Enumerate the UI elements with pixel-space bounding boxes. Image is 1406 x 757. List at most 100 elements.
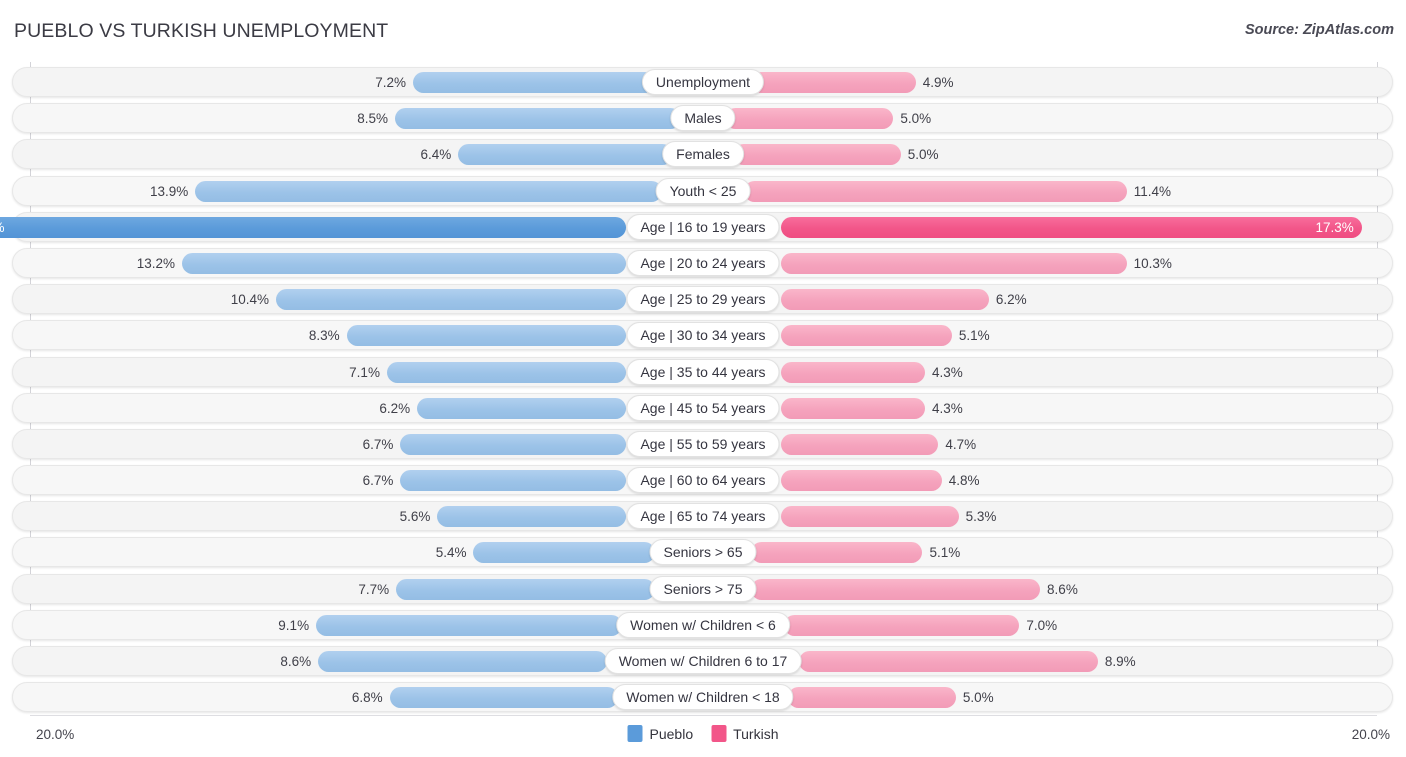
legend-swatch-icon-pueblo (628, 725, 643, 742)
bar-value-pueblo: 6.8% (323, 687, 383, 708)
bar-value-pueblo: 7.2% (346, 72, 406, 93)
bar-value-pueblo: 19.8% (0, 217, 12, 238)
legend-item-turkish[interactable]: Turkish (711, 725, 778, 742)
bar-value-turkish: 8.9% (1105, 651, 1165, 672)
bar-turkish[interactable] (781, 325, 952, 346)
bar-value-pueblo: 5.4% (406, 542, 466, 563)
category-label[interactable]: Age | 30 to 34 years (626, 322, 779, 348)
category-label[interactable]: Women w/ Children < 6 (616, 612, 790, 638)
bar-turkish[interactable] (781, 398, 925, 419)
chart-row: 13.2%10.3%Age | 20 to 24 years (0, 245, 1406, 281)
bar-value-pueblo: 6.7% (333, 470, 393, 491)
bar-pueblo[interactable] (182, 253, 626, 274)
bar-pueblo[interactable] (400, 470, 625, 491)
bar-turkish[interactable] (781, 217, 1362, 238)
bar-value-turkish: 17.3% (1306, 217, 1354, 238)
category-label[interactable]: Seniors > 75 (650, 576, 757, 602)
bar-value-turkish: 5.0% (908, 144, 968, 165)
bar-pueblo[interactable] (437, 506, 625, 527)
category-label[interactable]: Age | 65 to 74 years (626, 503, 779, 529)
bar-pueblo[interactable] (395, 108, 681, 129)
bar-pueblo[interactable] (390, 687, 618, 708)
bar-value-pueblo: 8.5% (328, 108, 388, 129)
chart-row: 13.9%11.4%Youth < 25 (0, 173, 1406, 209)
bar-value-pueblo: 9.1% (249, 615, 309, 636)
category-label[interactable]: Age | 20 to 24 years (626, 250, 779, 276)
bar-turkish[interactable] (781, 253, 1127, 274)
bar-value-turkish: 10.3% (1134, 253, 1194, 274)
category-label[interactable]: Youth < 25 (656, 178, 751, 204)
bar-turkish[interactable] (744, 181, 1127, 202)
bar-turkish[interactable] (751, 542, 922, 563)
chart-row: 8.3%5.1%Age | 30 to 34 years (0, 317, 1406, 353)
legend-label-pueblo: Pueblo (650, 726, 694, 742)
chart-row: 9.1%7.0%Women w/ Children < 6 (0, 607, 1406, 643)
bar-value-turkish: 4.8% (949, 470, 1009, 491)
bar-turkish[interactable] (784, 615, 1019, 636)
bar-value-turkish: 4.3% (932, 398, 992, 419)
category-label[interactable]: Age | 25 to 29 years (626, 286, 779, 312)
bar-turkish[interactable] (781, 289, 989, 310)
bar-pueblo[interactable] (316, 615, 622, 636)
bar-value-turkish: 4.3% (932, 362, 992, 383)
legend-item-pueblo[interactable]: Pueblo (628, 725, 694, 742)
category-label[interactable]: Age | 16 to 19 years (626, 214, 779, 240)
chart-legend: Pueblo Turkish (628, 725, 779, 742)
bar-turkish[interactable] (733, 144, 901, 165)
bar-value-turkish: 4.9% (923, 72, 983, 93)
bar-pueblo[interactable] (0, 217, 626, 238)
chart-header: PUEBLO VS TURKISH UNEMPLOYMENT Source: Z… (0, 0, 1406, 62)
chart-row: 5.4% 5.1% Seniors > 65 (0, 534, 1406, 570)
bar-pueblo[interactable] (396, 579, 655, 600)
bar-value-turkish: 11.4% (1134, 181, 1194, 202)
category-label[interactable]: Age | 35 to 44 years (626, 359, 779, 385)
chart-row: 7.7%8.6%Seniors > 75 (0, 571, 1406, 607)
chart-row: 6.7% 4.8% Age | 60 to 64 years (0, 462, 1406, 498)
footer-divider (30, 715, 1377, 716)
category-label[interactable]: Age | 60 to 64 years (626, 467, 779, 493)
category-label[interactable]: Males (670, 105, 735, 131)
bar-value-pueblo: 6.2% (350, 398, 410, 419)
bar-value-turkish: 4.7% (945, 434, 1005, 455)
category-label[interactable]: Age | 55 to 59 years (626, 431, 779, 457)
bar-value-turkish: 5.1% (929, 542, 989, 563)
bar-rows: 7.2%4.9%Unemployment8.5%5.0%Males6.4%5.0… (0, 64, 1406, 715)
bar-turkish[interactable] (788, 687, 956, 708)
chart-page: PUEBLO VS TURKISH UNEMPLOYMENT Source: Z… (0, 0, 1406, 757)
chart-row: 7.1%4.3%Age | 35 to 44 years (0, 354, 1406, 390)
bar-value-pueblo: 5.6% (370, 506, 430, 527)
bar-turkish[interactable] (725, 108, 893, 129)
chart-footer: 20.0% Pueblo Turkish 20.0% (0, 715, 1406, 757)
category-label[interactable]: Women w/ Children 6 to 17 (605, 648, 802, 674)
bar-value-pueblo: 6.7% (333, 434, 393, 455)
source-attribution: Source: ZipAtlas.com (1245, 22, 1394, 38)
bar-turkish[interactable] (781, 434, 939, 455)
bar-pueblo[interactable] (417, 398, 625, 419)
page-title: PUEBLO VS TURKISH UNEMPLOYMENT (14, 20, 388, 43)
bar-pueblo[interactable] (195, 181, 662, 202)
bar-turkish[interactable] (751, 72, 916, 93)
bar-turkish[interactable] (799, 651, 1098, 672)
bar-turkish[interactable] (781, 362, 925, 383)
chart-row: 5.6% 5.3% Age | 65 to 74 years (0, 498, 1406, 534)
category-label[interactable]: Age | 45 to 54 years (626, 395, 779, 421)
bar-pueblo[interactable] (347, 325, 626, 346)
bar-pueblo[interactable] (318, 651, 607, 672)
chart-row: 6.7% 4.7% Age | 55 to 59 years (0, 426, 1406, 462)
bar-value-turkish: 5.3% (966, 506, 1026, 527)
category-label[interactable]: Females (662, 141, 744, 167)
category-label[interactable]: Women w/ Children < 18 (612, 684, 793, 710)
bar-pueblo[interactable] (400, 434, 625, 455)
bar-turkish[interactable] (781, 470, 942, 491)
category-label[interactable]: Unemployment (642, 69, 764, 95)
bar-pueblo[interactable] (458, 144, 673, 165)
bar-turkish[interactable] (781, 506, 959, 527)
bar-pueblo[interactable] (276, 289, 625, 310)
bar-pueblo[interactable] (387, 362, 626, 383)
bar-value-turkish: 8.6% (1047, 579, 1107, 600)
bar-turkish[interactable] (751, 579, 1040, 600)
bar-pueblo[interactable] (473, 542, 654, 563)
category-label[interactable]: Seniors > 65 (650, 539, 757, 565)
bar-value-pueblo: 8.3% (280, 325, 340, 346)
bar-pueblo[interactable] (413, 72, 655, 93)
